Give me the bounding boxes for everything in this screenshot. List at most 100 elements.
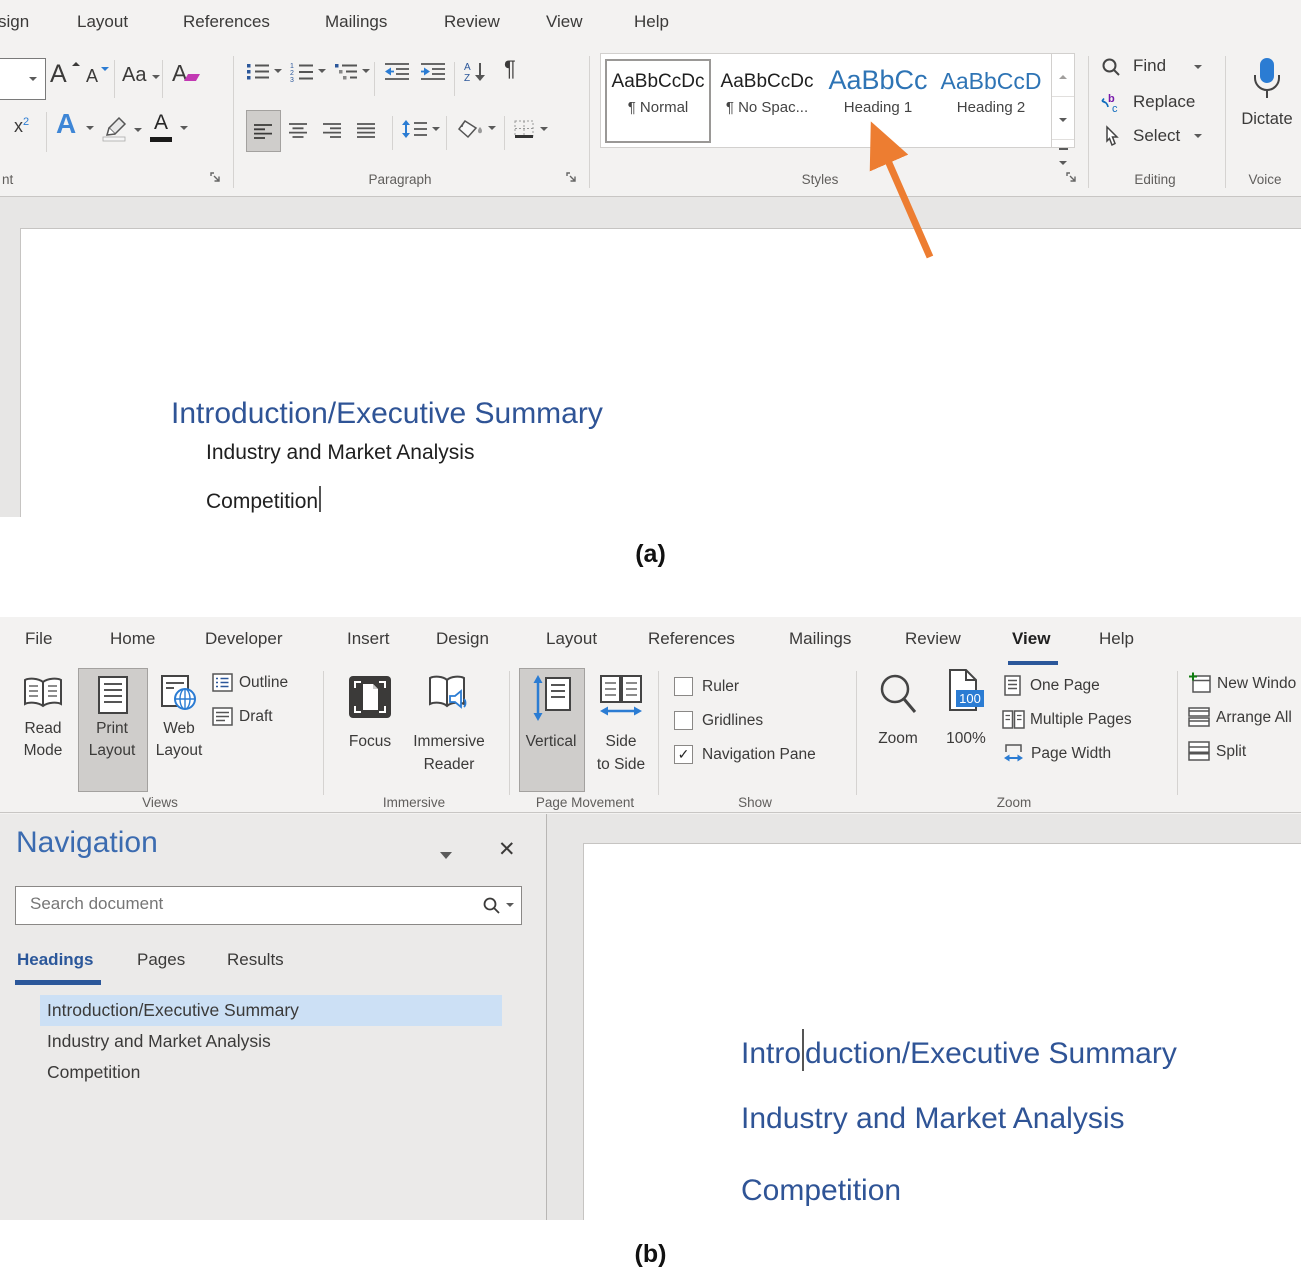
menu-tab-view[interactable]: View: [546, 12, 583, 32]
paragraph-dialog-launcher[interactable]: [566, 172, 578, 184]
doc-heading1: Introduction/Executive Summary: [171, 397, 603, 431]
justify-button[interactable]: [356, 122, 376, 138]
chevron-down-icon: [432, 127, 440, 131]
menu-tab-mailings[interactable]: Mailings: [325, 12, 387, 32]
shrink-font-button[interactable]: A: [86, 66, 98, 87]
gridlines-checkbox[interactable]: [674, 711, 693, 730]
print-layout-button-selected[interactable]: Print Layout: [78, 668, 148, 792]
outline-button[interactable]: Outline: [212, 673, 233, 692]
menu-tab-layout[interactable]: Layout: [77, 12, 128, 32]
highlight-button[interactable]: [100, 116, 128, 142]
ruler-checkbox[interactable]: [674, 677, 693, 696]
menu-tab-design[interactable]: Design: [436, 629, 489, 649]
web-layout-button[interactable]: Web Layout: [148, 671, 210, 789]
draft-label: Draft: [239, 708, 273, 726]
increase-indent-button[interactable]: [420, 62, 446, 80]
multiple-pages-icon: [1002, 710, 1025, 729]
shrink-font-glyph: A: [86, 66, 98, 86]
tab-headings-active[interactable]: Headings: [17, 950, 94, 970]
tab-pages[interactable]: Pages: [137, 950, 185, 970]
multiple-pages-button[interactable]: Multiple Pages: [1002, 710, 1025, 729]
grow-font-button[interactable]: A: [50, 60, 67, 89]
align-left-button[interactable]: [246, 110, 281, 152]
font-color-button[interactable]: A: [150, 112, 172, 134]
menu-tab-references[interactable]: References: [648, 629, 735, 649]
change-case-button[interactable]: Aa: [122, 64, 146, 87]
select-button[interactable]: Select: [1104, 126, 1120, 146]
page-width-button[interactable]: Page Width: [1003, 743, 1024, 764]
navigation-pane-checkbox-checked[interactable]: ✓: [674, 745, 693, 764]
nav-item[interactable]: Competition: [47, 1062, 140, 1083]
menu-tab-file[interactable]: File: [25, 629, 52, 649]
zoom-button[interactable]: Zoom: [870, 670, 926, 770]
styles-dialog-launcher[interactable]: [1066, 172, 1078, 184]
menu-tab-home[interactable]: Home: [110, 629, 155, 649]
new-window-button[interactable]: New Windo: [1188, 672, 1211, 693]
menu-tab-review[interactable]: Review: [444, 12, 500, 32]
focus-button[interactable]: Focus: [340, 671, 400, 789]
search-box[interactable]: [15, 886, 522, 925]
one-page-button[interactable]: One Page: [1004, 675, 1021, 696]
arrange-all-button[interactable]: Arrange All: [1188, 707, 1210, 727]
draft-button[interactable]: Draft: [212, 707, 233, 726]
tab-results[interactable]: Results: [227, 950, 284, 970]
close-icon[interactable]: ✕: [498, 837, 516, 862]
font-dialog-launcher[interactable]: [210, 172, 222, 184]
styles-scroll-up[interactable]: [1052, 54, 1074, 97]
font-size-combo[interactable]: [0, 58, 46, 100]
immersive-reader-button[interactable]: Immersive Reader: [405, 671, 493, 789]
find-button[interactable]: Find: [1102, 58, 1120, 76]
dictate-label: Dictate: [1232, 110, 1301, 129]
split-button[interactable]: Split: [1188, 741, 1210, 761]
multilevel-list-button[interactable]: [334, 62, 358, 80]
text-effects-button[interactable]: A: [56, 108, 76, 140]
shading-button[interactable]: [458, 118, 482, 140]
caret-up-icon: [72, 62, 80, 66]
styles-scroll-down[interactable]: [1052, 97, 1074, 140]
align-right-button[interactable]: [322, 122, 342, 138]
align-center-button[interactable]: [288, 122, 308, 138]
menu-tab-view-active[interactable]: View: [1012, 629, 1050, 649]
nav-item[interactable]: Industry and Market Analysis: [47, 1031, 271, 1052]
ruler-label: Ruler: [702, 678, 739, 696]
search-options-chevron[interactable]: [506, 903, 514, 907]
document-page[interactable]: Introduction/Executive Summary Industry …: [583, 843, 1301, 1220]
show-marks-button[interactable]: ¶: [504, 56, 516, 82]
sort-button[interactable]: A Z: [464, 60, 488, 82]
menu-tab-references[interactable]: References: [183, 12, 270, 32]
style-no-spacing[interactable]: AaBbCcDc ¶ No Spac...: [715, 59, 819, 139]
bullets-button[interactable]: [246, 62, 270, 80]
superscript-button[interactable]: x2: [14, 116, 29, 137]
borders-button[interactable]: [514, 120, 534, 138]
one-page-icon: [1004, 675, 1021, 696]
replace-icon: b c: [1100, 92, 1122, 114]
nav-item-selected[interactable]: Introduction/Executive Summary: [40, 995, 502, 1026]
zoom-100-button[interactable]: 100 100%: [938, 668, 994, 768]
document-page[interactable]: Introduction/Executive Summary Industry …: [20, 228, 1301, 517]
clear-formatting-button[interactable]: A: [172, 60, 187, 87]
search-icon[interactable]: [483, 897, 500, 914]
numbering-button[interactable]: 1 2 3: [290, 62, 314, 81]
read-mode-icon: [23, 677, 63, 709]
pane-options-chevron[interactable]: [440, 852, 452, 859]
search-input[interactable]: [28, 893, 462, 915]
style-heading2[interactable]: AaBbCcD Heading 2: [937, 59, 1045, 139]
menu-tab-mailings[interactable]: Mailings: [789, 629, 851, 649]
menu-tab-layout[interactable]: Layout: [546, 629, 597, 649]
menu-tab-design-partial[interactable]: sign: [0, 12, 29, 32]
vertical-button-selected[interactable]: Vertical: [519, 668, 585, 792]
menu-tab-insert[interactable]: Insert: [347, 629, 390, 649]
menu-tab-help[interactable]: Help: [634, 12, 669, 32]
line-spacing-button[interactable]: [402, 120, 428, 138]
menu-tab-developer[interactable]: Developer: [205, 629, 283, 649]
style-normal[interactable]: AaBbCcDc ¶ Normal: [605, 59, 711, 143]
decrease-indent-button[interactable]: [384, 62, 410, 80]
read-mode-button[interactable]: Read Mode: [12, 671, 74, 789]
chevron-down-icon: [540, 127, 548, 131]
replace-button[interactable]: b c Replace: [1100, 92, 1122, 114]
menu-tab-review[interactable]: Review: [905, 629, 961, 649]
menu-tab-help[interactable]: Help: [1099, 629, 1134, 649]
side-to-side-button[interactable]: Side to Side: [588, 671, 654, 789]
dictate-button[interactable]: Dictate: [1232, 56, 1301, 102]
web-layout-label1: Web: [148, 720, 210, 738]
